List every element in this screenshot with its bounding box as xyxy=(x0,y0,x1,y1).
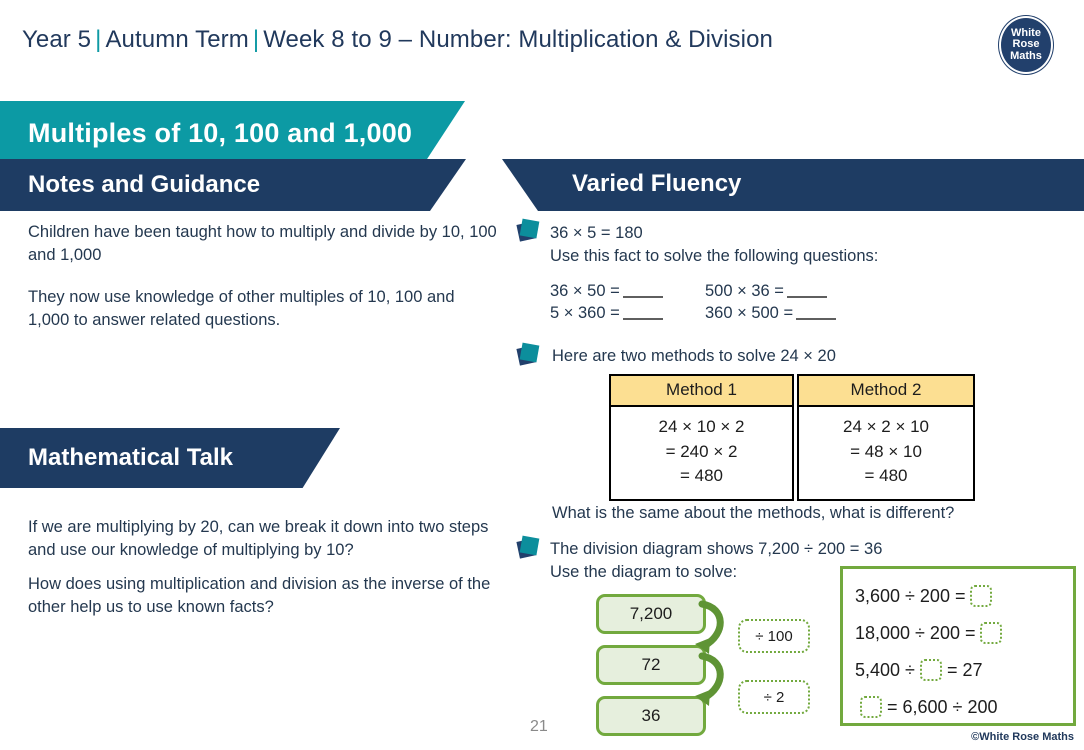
method-1-header: Method 1 xyxy=(611,376,792,407)
equation-cell: 500 × 36 = xyxy=(705,281,827,303)
method-line: = 48 × 10 xyxy=(850,441,922,461)
q1-fact: 36 × 5 = 180 xyxy=(550,224,643,242)
q3-prompt-line-1: The division diagram shows 7,200 ÷ 200 =… xyxy=(550,540,883,558)
method-line: 24 × 2 × 10 xyxy=(842,417,930,436)
logo-line-3: Maths xyxy=(1010,49,1042,62)
lesson-title-text: Multiples of 10, 100 and 1,000 xyxy=(28,117,413,148)
copyright-notice: ©White Rose Maths xyxy=(971,731,1074,743)
bullet-front-square xyxy=(519,218,540,239)
equation-text: 500 × 36 = xyxy=(705,282,784,300)
diagram-arrows xyxy=(695,600,724,706)
q2-follow-up: What is the same about the methods, what… xyxy=(552,504,955,522)
equation-cell: 360 × 500 = xyxy=(705,303,837,325)
q1-instruction: Use this fact to solve the following que… xyxy=(550,247,879,265)
q1-equation-grid: 36 × 50 = 500 × 36 = 5 × 360 = 360 × 500… xyxy=(550,281,837,325)
equation-text: 36 × 50 = xyxy=(550,282,620,300)
method-line: = 240 × 2 xyxy=(665,441,738,461)
lesson-title-banner: Multiples of 10, 100 and 1,000 xyxy=(0,101,465,165)
bullet-front-square xyxy=(519,342,540,363)
page-number: 21 xyxy=(530,718,548,735)
method-2-table: Method 2 24 × 2 × 10 = 48 × 10 = 480 xyxy=(797,374,975,501)
answer-equation-left: 18,000 ÷ 200 = xyxy=(855,622,976,643)
title-term: Autumn Term xyxy=(105,26,249,53)
bullet-front-square xyxy=(519,535,540,556)
mathematical-talk-title: Mathematical Talk xyxy=(28,444,233,471)
white-rose-maths-logo: White Rose Maths xyxy=(999,16,1053,74)
answer-equation-row: = 6,600 ÷ 200 xyxy=(855,688,1073,725)
answer-equation-left: 5,400 ÷ xyxy=(855,659,915,680)
method-line: 24 × 10 × 2 xyxy=(658,417,745,436)
mathematical-talk-paragraph: How does using multiplication and divisi… xyxy=(28,575,491,617)
equation-cell: 36 × 50 = xyxy=(550,281,705,303)
bullet-marker-icon xyxy=(516,218,540,242)
answer-slot[interactable] xyxy=(970,584,993,607)
notes-and-guidance-title: Notes and Guidance xyxy=(28,171,261,198)
answer-equation-row: 3,600 ÷ 200 = xyxy=(855,577,1073,614)
answer-slot[interactable] xyxy=(919,658,942,681)
bullet-marker-icon xyxy=(516,342,540,366)
arrow-curve-1 xyxy=(698,600,724,650)
answer-equation-row: 5,400 ÷ = 27 xyxy=(855,651,1073,688)
notes-paragraph: Children have been taught how to multipl… xyxy=(28,223,497,265)
mathematical-talk-banner: Mathematical Talk xyxy=(0,428,340,488)
varied-fluency-title: Varied Fluency xyxy=(572,170,742,197)
method-line: = 480 xyxy=(864,466,908,486)
mathematical-talk-paragraph: If we are multiplying by 20, can we brea… xyxy=(28,518,489,560)
answer-blank[interactable] xyxy=(622,296,663,298)
answer-blank[interactable] xyxy=(796,317,837,320)
equation-text: 5 × 360 = xyxy=(550,303,620,322)
answer-equation-right: = 6,600 ÷ 200 xyxy=(887,696,998,717)
method-2-body: 24 × 2 × 10 = 48 × 10 = 480 xyxy=(799,407,973,499)
title-separator-1: | xyxy=(95,26,102,53)
bullet-marker-icon xyxy=(516,535,540,559)
answer-equation-right: = 27 xyxy=(946,659,983,680)
equation-text: 360 × 500 = xyxy=(705,303,794,322)
answer-equation-row: 18,000 ÷ 200 = xyxy=(855,614,1073,651)
arrow-curve-2 xyxy=(698,652,724,702)
logo-line-2: Rose xyxy=(1012,38,1040,51)
answer-blank[interactable] xyxy=(786,296,827,298)
q2-prompt: Here are two methods to solve 24 × 20 xyxy=(552,347,836,365)
arrow-head-1 xyxy=(695,638,710,654)
answer-slot[interactable] xyxy=(860,695,882,718)
title-separator-2: | xyxy=(252,26,260,53)
equation-row: 36 × 50 = 500 × 36 = xyxy=(550,281,836,303)
q3-prompt-line-2: Use the diagram to solve: xyxy=(550,563,738,581)
method-2-header: Method 2 xyxy=(799,376,973,407)
equation-cell: 5 × 360 = xyxy=(550,303,705,325)
answer-slot[interactable] xyxy=(980,621,1003,644)
answer-blank[interactable] xyxy=(622,317,663,320)
answer-equation-left: 3,600 ÷ 200 = xyxy=(855,585,966,606)
method-1-table: Method 1 24 × 10 × 2 = 240 × 2 = 480 xyxy=(609,374,794,501)
title-year: Year 5 xyxy=(22,26,92,53)
method-1-body: 24 × 10 × 2 = 240 × 2 = 480 xyxy=(611,407,792,499)
page-title: Year 5 | Autumn Term | Week 8 to 9 – Number:… xyxy=(22,26,773,54)
notes-paragraph: They now use knowledge of other multiple… xyxy=(28,288,455,330)
method-line: = 480 xyxy=(679,466,723,486)
q3-answer-box: 3,600 ÷ 200 = 18,000 ÷ 200 = 5,400 ÷ = 27… xyxy=(840,566,1076,726)
equation-row: 5 × 360 = 360 × 500 = xyxy=(550,303,837,325)
title-week: Week 8 to 9 – Number: Multiplication & D… xyxy=(263,26,773,53)
arrow-head-2 xyxy=(695,690,710,706)
